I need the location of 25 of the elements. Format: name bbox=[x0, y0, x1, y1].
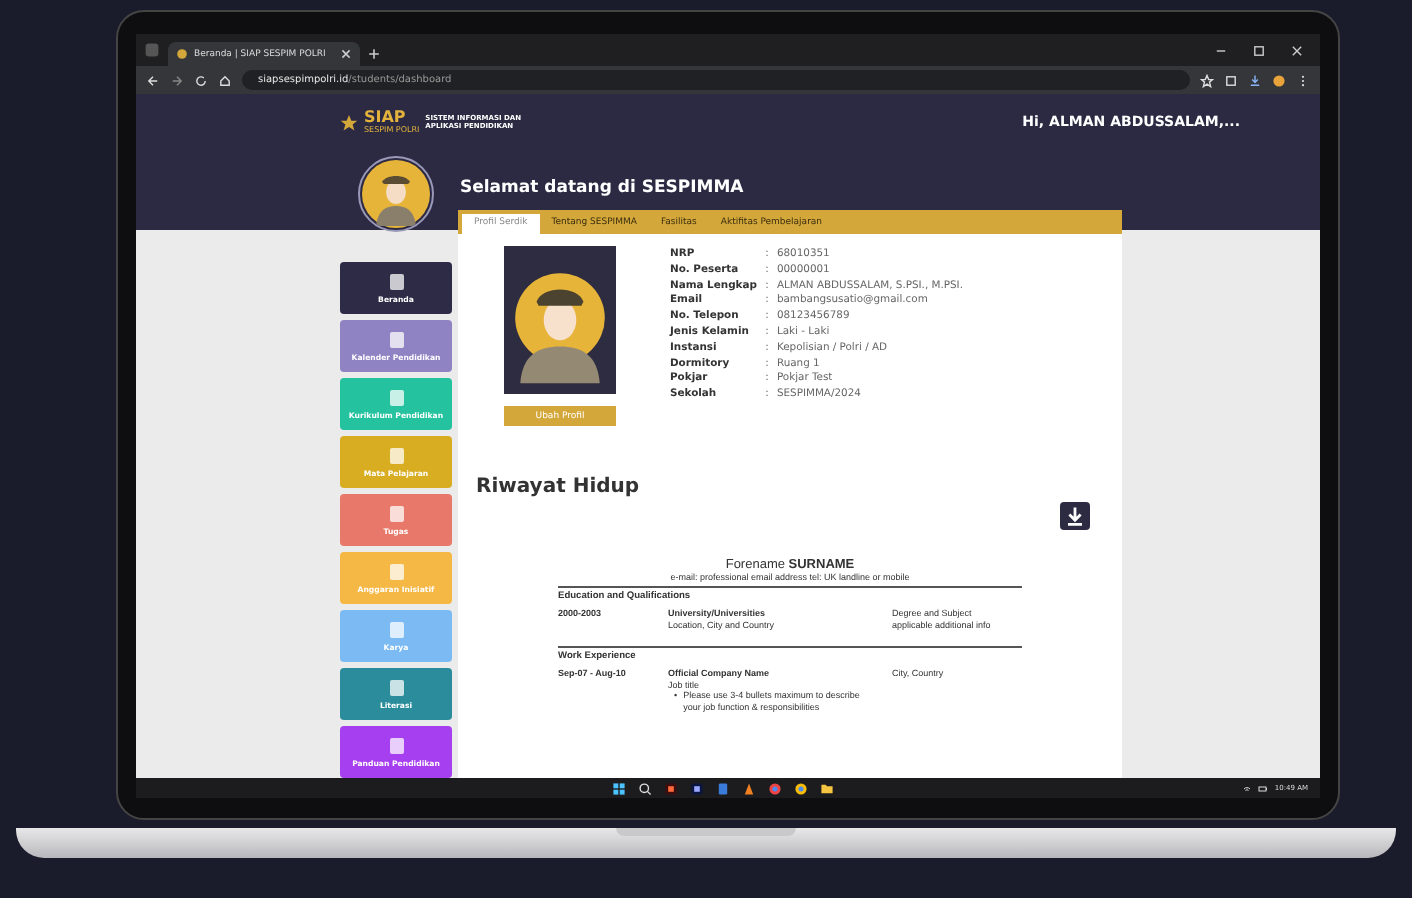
forward-icon[interactable] bbox=[170, 73, 184, 87]
close-icon[interactable] bbox=[340, 48, 352, 60]
logo-text: SIAP bbox=[364, 110, 408, 126]
download-icon[interactable] bbox=[1248, 73, 1262, 87]
star-icon[interactable] bbox=[1200, 73, 1214, 87]
extension-icon[interactable] bbox=[1224, 73, 1238, 87]
download-button[interactable] bbox=[1060, 502, 1090, 530]
more-icon[interactable] bbox=[1296, 73, 1310, 87]
star-emblem-icon bbox=[340, 113, 358, 131]
battery-icon[interactable] bbox=[1258, 783, 1269, 793]
avatar-icon[interactable] bbox=[1272, 73, 1286, 87]
home-icon[interactable] bbox=[218, 73, 232, 87]
wifi-icon[interactable] bbox=[1242, 783, 1253, 793]
section-heading: Riwayat Hidup bbox=[476, 476, 640, 498]
welcome-title: Selamat datang di SESPIMMA bbox=[458, 176, 746, 202]
favicon-icon bbox=[176, 48, 188, 60]
back-icon[interactable] bbox=[146, 73, 160, 87]
maximize-icon[interactable] bbox=[1252, 44, 1266, 58]
close-icon[interactable] bbox=[1290, 44, 1304, 58]
reload-icon[interactable] bbox=[194, 73, 208, 87]
search-icon[interactable] bbox=[637, 781, 651, 795]
new-tab-icon[interactable] bbox=[368, 48, 380, 60]
minimize-icon[interactable] bbox=[1214, 44, 1228, 58]
start-icon[interactable] bbox=[611, 781, 625, 795]
user-avatar bbox=[358, 156, 434, 232]
